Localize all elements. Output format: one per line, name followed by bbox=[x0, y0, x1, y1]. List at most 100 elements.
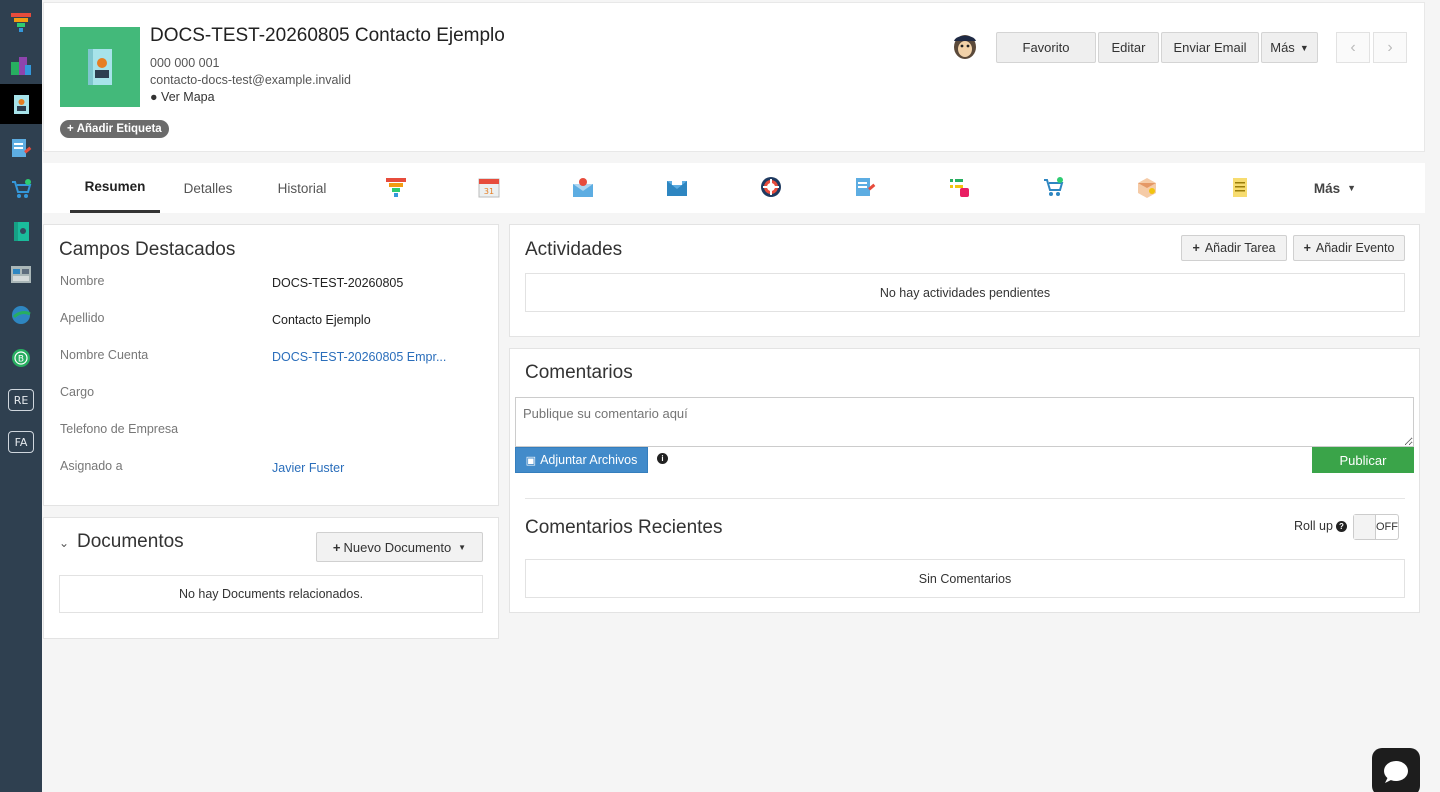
plus-icon: + bbox=[67, 123, 74, 135]
new-document-button[interactable]: + Nuevo Documento ▼ bbox=[316, 532, 483, 562]
next-record-button[interactable]: › bbox=[1373, 32, 1407, 63]
record-tabs: Resumen Detalles Historial 31 Más ▼ bbox=[43, 163, 1425, 213]
record-email[interactable]: contacto-docs-test@example.invalid bbox=[150, 73, 351, 87]
sidebar-item-accounts[interactable] bbox=[0, 45, 42, 85]
circle-b-icon: B bbox=[12, 349, 30, 367]
toggle-knob bbox=[1354, 515, 1376, 539]
field-label-account: Nombre Cuenta bbox=[60, 348, 149, 362]
field-value-account-link[interactable]: DOCS-TEST-20260805 Empr... bbox=[272, 350, 446, 364]
chat-widget-button[interactable] bbox=[1372, 748, 1420, 792]
activities-empty-message: No hay actividades pendientes bbox=[525, 273, 1405, 312]
favorite-button[interactable]: Favorito bbox=[996, 32, 1096, 63]
buildings-icon bbox=[11, 57, 31, 75]
tab-more[interactable]: Más ▼ bbox=[1305, 163, 1365, 213]
comments-empty-message: Sin Comentarios bbox=[525, 559, 1405, 598]
edit-button[interactable]: Editar bbox=[1098, 32, 1159, 63]
svg-text:B: B bbox=[18, 355, 24, 365]
rollup-state: OFF bbox=[1376, 521, 1398, 533]
tab-more-label: Más bbox=[1313, 180, 1341, 196]
app-sidebar: B RE FA bbox=[0, 0, 42, 792]
add-event-button[interactable]: + Añadir Evento bbox=[1293, 235, 1405, 261]
record-header: DOCS-TEST-20260805 Contacto Ejemplo 000 … bbox=[43, 2, 1425, 152]
map-marker-icon: ● bbox=[150, 90, 158, 104]
email-pin-icon bbox=[573, 178, 593, 197]
box-icon bbox=[1138, 178, 1156, 198]
add-task-label: Añadir Tarea bbox=[1204, 241, 1276, 255]
field-label-first-name: Nombre bbox=[60, 274, 105, 288]
comments-title: Comentarios bbox=[525, 362, 633, 383]
record-title: DOCS-TEST-20260805 Contacto Ejemplo bbox=[150, 25, 505, 46]
sidebar-item-quotes[interactable] bbox=[0, 128, 42, 168]
globe-icon bbox=[12, 306, 31, 324]
tab-support[interactable] bbox=[759, 175, 783, 199]
tab-funnel[interactable] bbox=[384, 175, 408, 199]
more-actions-button[interactable]: Más ▼ bbox=[1261, 32, 1318, 63]
chat-bubble-icon bbox=[1384, 761, 1408, 783]
comment-input[interactable] bbox=[515, 397, 1414, 447]
map-link-label: Ver Mapa bbox=[161, 90, 215, 104]
send-email-button[interactable]: Enviar Email bbox=[1161, 32, 1259, 63]
activities-panel: Actividades + Añadir Tarea + Añadir Even… bbox=[509, 224, 1420, 337]
more-actions-label: Más bbox=[1270, 40, 1295, 55]
field-label-assigned-to: Asignado a bbox=[60, 459, 123, 473]
sidebar-item-calendar[interactable] bbox=[0, 254, 42, 294]
map-link[interactable]: ● Ver Mapa bbox=[150, 90, 215, 104]
publish-button[interactable]: Publicar bbox=[1312, 447, 1414, 473]
task-list-icon bbox=[950, 179, 969, 197]
cart-add-icon bbox=[1044, 177, 1064, 196]
sidebar-item-fa[interactable]: FA bbox=[0, 422, 42, 462]
info-icon[interactable]: i bbox=[657, 453, 668, 464]
attach-files-button[interactable]: ▣ Adjuntar Archivos bbox=[515, 447, 648, 473]
add-event-label: Añadir Evento bbox=[1315, 241, 1395, 255]
activities-title: Actividades bbox=[525, 239, 623, 260]
field-label-title: Cargo bbox=[60, 385, 95, 399]
field-value-last-name[interactable]: Contacto Ejemplo bbox=[272, 313, 371, 327]
highlights-title: Campos Destacados bbox=[59, 239, 236, 260]
prev-record-button[interactable]: ‹ bbox=[1336, 32, 1370, 63]
sidebar-item-funnel[interactable] bbox=[0, 2, 42, 42]
contact-card-icon bbox=[88, 49, 112, 85]
tab-summary[interactable]: Resumen bbox=[70, 163, 160, 213]
field-value-first-name[interactable]: DOCS-TEST-20260805 bbox=[272, 276, 403, 290]
tab-cart[interactable] bbox=[1041, 175, 1065, 199]
notes-icon bbox=[1233, 178, 1247, 197]
tab-products[interactable] bbox=[1135, 175, 1159, 199]
rollup-toggle[interactable]: OFF bbox=[1353, 514, 1399, 540]
chevron-down-icon[interactable]: ⌄ bbox=[59, 536, 69, 550]
rollup-label: Roll up bbox=[1294, 519, 1333, 533]
new-document-label: Nuevo Documento bbox=[343, 539, 452, 555]
funnel-icon bbox=[11, 13, 31, 32]
chevron-right-icon: › bbox=[1387, 38, 1393, 56]
tab-documents-edit[interactable] bbox=[853, 175, 877, 199]
divider bbox=[525, 498, 1405, 499]
chevron-left-icon: ‹ bbox=[1350, 38, 1356, 56]
funnel-icon bbox=[386, 178, 406, 197]
sidebar-item-re[interactable]: RE bbox=[0, 380, 42, 420]
field-label-last-name: Apellido bbox=[60, 311, 105, 325]
cart-icon bbox=[12, 179, 32, 198]
plus-icon: + bbox=[1303, 241, 1311, 255]
sidebar-item-b[interactable]: B bbox=[0, 338, 42, 378]
help-icon[interactable]: ? bbox=[1336, 521, 1347, 532]
plus-icon: + bbox=[332, 539, 341, 555]
tab-details[interactable]: Detalles bbox=[168, 163, 248, 213]
tab-calendar[interactable]: 31 bbox=[477, 175, 501, 199]
sidebar-item-web[interactable] bbox=[0, 295, 42, 335]
add-task-button[interactable]: + Añadir Tarea bbox=[1181, 235, 1287, 261]
tab-email-pin[interactable] bbox=[571, 175, 595, 199]
add-tag-button[interactable]: + Añadir Etiqueta bbox=[60, 120, 169, 138]
sidebar-item-docs[interactable] bbox=[0, 211, 42, 251]
tab-emails[interactable] bbox=[665, 175, 689, 199]
caret-down-icon: ▼ bbox=[458, 542, 467, 552]
tab-notes[interactable] bbox=[1228, 175, 1252, 199]
tab-history[interactable]: Historial bbox=[262, 163, 342, 213]
sidebar-item-contacts[interactable] bbox=[0, 84, 42, 124]
contact-avatar bbox=[60, 27, 140, 107]
svg-text:31: 31 bbox=[484, 187, 494, 196]
field-value-assigned-to[interactable]: Javier Fuster bbox=[272, 461, 344, 475]
lifebuoy-icon bbox=[761, 177, 781, 197]
sidebar-item-orders[interactable] bbox=[0, 169, 42, 209]
mailchimp-icon[interactable] bbox=[951, 31, 979, 61]
highlights-panel: Campos Destacados Nombre DOCS-TEST-20260… bbox=[43, 224, 499, 506]
tab-tasks[interactable] bbox=[947, 175, 971, 199]
